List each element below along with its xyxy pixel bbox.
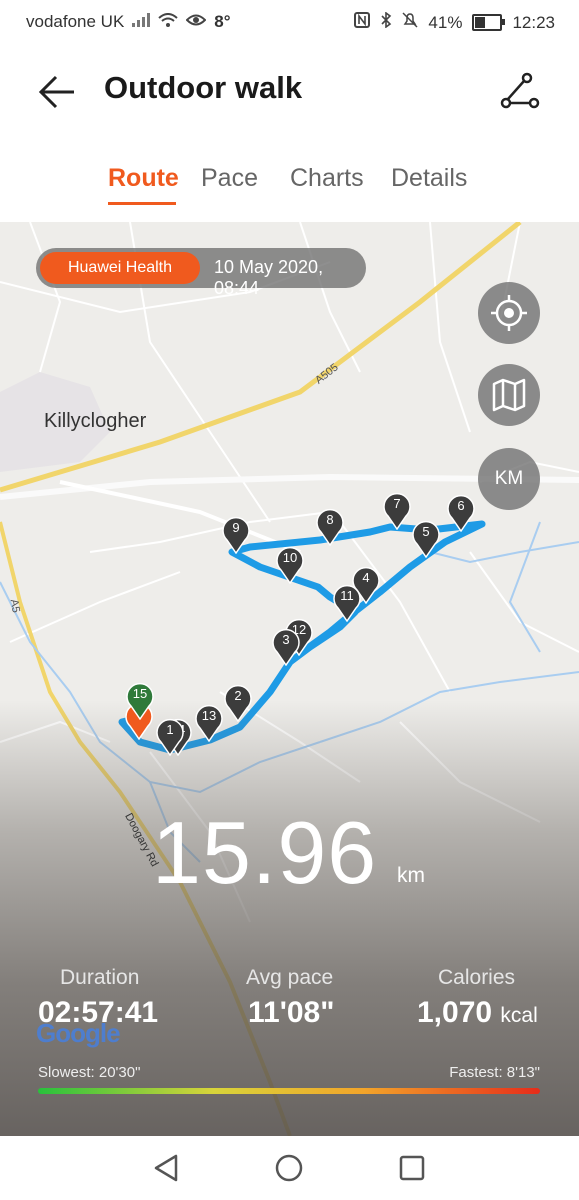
battery-percent: 41% (428, 12, 463, 32)
km-marker[interactable]: 9 (221, 516, 251, 554)
back-button[interactable] (34, 72, 80, 112)
km-marker[interactable]: 10 (275, 546, 305, 584)
tab-route[interactable]: Route (108, 164, 179, 193)
map-icon (492, 378, 526, 412)
active-tab-indicator (108, 202, 176, 205)
tab-bar: Route Pace Charts Details (0, 136, 579, 222)
route-map[interactable]: Killyclogher A505 A5 Doogary Rd Huawei H… (0, 222, 579, 1136)
bell-off-icon (402, 12, 418, 33)
google-watermark-text: Google (36, 1018, 121, 1048)
crosshair-icon (491, 295, 527, 331)
route-share-icon (500, 72, 540, 109)
signal-icon (132, 12, 151, 32)
bluetooth-icon (380, 11, 392, 33)
km-marker[interactable]: 11 (332, 584, 362, 622)
app-header: Outdoor walk (0, 44, 579, 136)
battery-icon (472, 14, 506, 31)
map-layers-button[interactable] (478, 364, 540, 426)
route-share-button[interactable] (496, 70, 544, 114)
status-bar: vodafone UK 8° 41% 12:23 (0, 0, 579, 44)
stat-label-duration: Duration (60, 966, 140, 989)
fastest-pace: Fastest: 8'13" (449, 1064, 540, 1081)
km-marker[interactable]: 8 (315, 508, 345, 546)
nav-back-button[interactable] (148, 1150, 184, 1186)
brand-badge: Huawei Health (40, 252, 200, 284)
stat-label-avg-pace: Avg pace (246, 966, 334, 989)
clock: 12:23 (512, 12, 555, 32)
km-marker[interactable]: 3 (271, 628, 301, 666)
nav-recents-button[interactable] (394, 1150, 430, 1186)
google-watermark: Google (36, 1018, 121, 1049)
tab-details[interactable]: Details (391, 164, 467, 193)
km-marker[interactable]: 6 (446, 494, 476, 532)
square-recents-icon (399, 1155, 425, 1181)
place-label: Killyclogher (44, 410, 147, 432)
calories-unit: kcal (500, 1004, 538, 1027)
tab-pace[interactable]: Pace (201, 164, 258, 193)
locate-button[interactable] (478, 282, 540, 344)
road-label-a5: A5 (7, 598, 22, 614)
stat-value-avg-pace: 11'08" (248, 996, 335, 1029)
triangle-back-icon (154, 1154, 178, 1182)
system-nav-bar (0, 1136, 579, 1200)
km-marker[interactable]: 13 (194, 704, 224, 742)
circle-home-icon (275, 1154, 303, 1182)
km-marker[interactable]: 2 (223, 684, 253, 722)
unit-toggle-button[interactable]: KM (478, 448, 540, 510)
carrier-label: vodafone UK (26, 12, 125, 31)
eye-icon (185, 13, 207, 32)
slowest-pace: Slowest: 20'30" (38, 1064, 141, 1081)
km-marker[interactable]: 5 (411, 520, 441, 558)
activity-info-pill: Huawei Health 10 May 2020, 08:44 (36, 248, 366, 298)
nav-home-button[interactable] (271, 1150, 307, 1186)
temperature-label: 8° (214, 12, 231, 31)
total-distance: 15.96 (152, 803, 378, 902)
unit-toggle-label: KM (494, 468, 524, 489)
activity-date: 10 May 2020, 08:44 (214, 257, 324, 298)
nfc-icon (354, 12, 371, 33)
km-marker[interactable]: 15 (125, 682, 155, 720)
stat-label-calories: Calories (438, 966, 516, 989)
km-marker[interactable]: 1 (155, 718, 185, 756)
battery-fill (475, 17, 486, 28)
stat-value-calories: 1,070 kcal (417, 996, 538, 1029)
km-marker[interactable]: 7 (382, 492, 412, 530)
arrow-left-icon (38, 75, 74, 109)
distance-unit: km (397, 864, 425, 887)
pace-gradient-bar (38, 1088, 540, 1094)
wifi-icon (158, 12, 178, 32)
page-title: Outdoor walk (104, 70, 303, 105)
tab-charts[interactable]: Charts (290, 164, 364, 193)
